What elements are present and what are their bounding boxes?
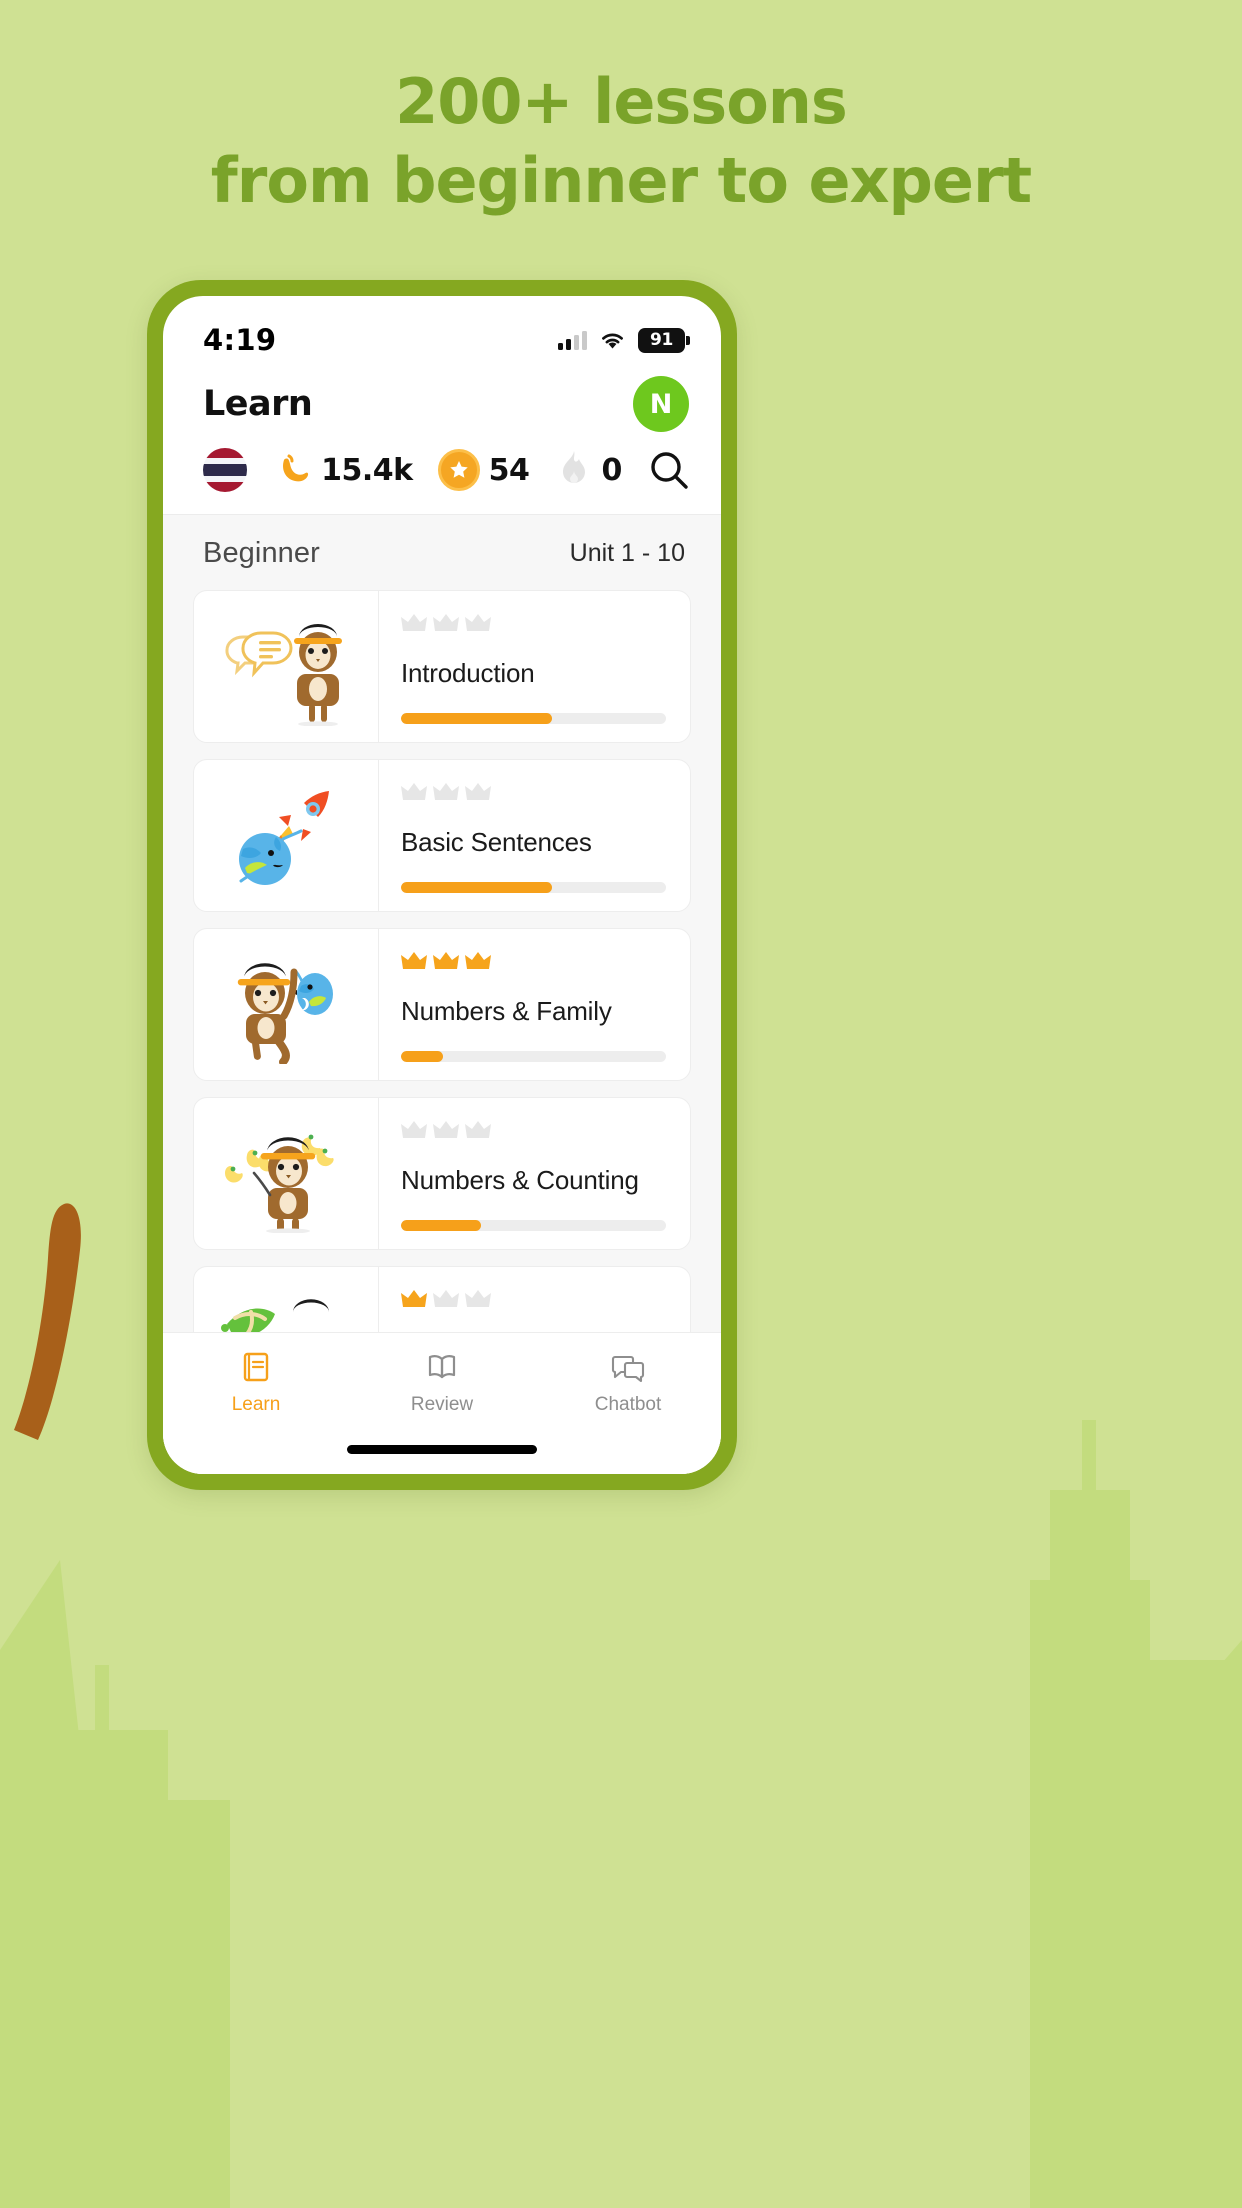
crown-icon xyxy=(433,1121,459,1138)
tab-review-label: Review xyxy=(410,1394,474,1415)
chat-bubbles-icon xyxy=(611,1355,645,1383)
app-header: Learn N xyxy=(163,370,721,444)
lesson-card-numbers-counting[interactable]: Numbers & Counting xyxy=(193,1097,691,1250)
lesson-crowns xyxy=(401,613,666,634)
lesson-body: Numbers & Family xyxy=(379,929,690,1080)
crown-icon xyxy=(401,1121,427,1138)
crown-icon xyxy=(433,783,459,800)
promo-headline-line1: 200+ lessons xyxy=(395,65,848,138)
lesson-thumbnail xyxy=(194,929,379,1080)
battery-level-label: 91 xyxy=(649,330,674,350)
stat-streak-value: 0 xyxy=(601,452,623,488)
promo-headline-line2: from beginner to expert xyxy=(210,144,1032,218)
lesson-crowns xyxy=(401,1120,666,1141)
status-bar-time: 4:19 xyxy=(203,323,277,357)
lesson-crowns xyxy=(401,951,666,972)
crown-icon xyxy=(465,952,491,969)
crown-icon xyxy=(401,783,427,800)
monkey-with-balloon-icon xyxy=(237,962,333,1064)
monkey-with-bananas-icon xyxy=(225,1134,334,1233)
status-bar-icons: 91 xyxy=(558,327,690,353)
lesson-progress-fill xyxy=(401,881,553,893)
home-indicator xyxy=(347,1445,537,1454)
lesson-progress-fill xyxy=(401,712,553,724)
lesson-name: Introduction xyxy=(401,658,535,689)
tab-review[interactable]: Review xyxy=(349,1351,535,1416)
crown-icon xyxy=(401,1290,427,1307)
crown-icon xyxy=(401,952,427,969)
stat-coins-value: 54 xyxy=(488,452,530,488)
lesson-card-numbers-family[interactable]: Numbers & Family xyxy=(193,928,691,1081)
lesson-body: Basic Sentences xyxy=(379,760,690,911)
lesson-card-introduction[interactable]: Introduction xyxy=(193,590,691,743)
city-skyline-left xyxy=(0,1560,230,2208)
lesson-progress-bar xyxy=(401,881,666,893)
coin-icon xyxy=(437,449,480,491)
crown-icon xyxy=(465,1290,491,1307)
stat-bananas[interactable]: 15.4k xyxy=(272,450,413,490)
lesson-progress-bar xyxy=(401,1219,666,1231)
lesson-name: Numbers & Counting xyxy=(401,1165,639,1196)
lesson-progress-fill xyxy=(401,1219,481,1231)
lesson-crowns xyxy=(401,782,666,803)
crown-icon xyxy=(465,614,491,631)
crown-icon xyxy=(433,1290,459,1307)
status-bar: 4:19 91 xyxy=(163,296,721,370)
tab-learn-label: Learn xyxy=(231,1394,281,1415)
stat-bananas-value: 15.4k xyxy=(321,452,413,488)
section-level-label: Beginner xyxy=(203,537,320,569)
tab-learn[interactable]: Learn xyxy=(163,1351,349,1416)
monkey-tail-decoration xyxy=(14,1203,81,1440)
cellular-signal-icon xyxy=(558,330,587,350)
stat-coins[interactable]: 54 xyxy=(437,449,530,491)
lesson-crowns xyxy=(401,1289,666,1310)
stats-row: 15.4k 54 0 xyxy=(163,444,721,515)
crown-icon xyxy=(465,1121,491,1138)
rocket-and-earth-icon xyxy=(239,790,329,885)
lesson-progress-bar xyxy=(401,1050,666,1062)
section-unit-range: Unit 1 - 10 xyxy=(569,539,685,567)
lesson-progress-bar xyxy=(401,712,666,724)
lesson-thumbnail xyxy=(194,591,379,742)
avatar[interactable]: N xyxy=(633,376,689,432)
page-title: Learn xyxy=(203,384,313,424)
section-header: Beginner Unit 1 - 10 xyxy=(163,515,721,590)
lesson-thumbnail xyxy=(194,1098,379,1249)
lesson-name: Numbers & Family xyxy=(401,996,612,1027)
lesson-thumbnail xyxy=(194,760,379,911)
lesson-body: Numbers & Counting xyxy=(379,1098,690,1249)
flame-icon xyxy=(562,451,585,483)
lesson-name: Basic Sentences xyxy=(401,827,592,858)
crown-icon xyxy=(465,783,491,800)
monkey-with-speech-bubbles-icon xyxy=(225,623,342,726)
phone-mockup-frame: 4:19 91 Learn N 15.4k 54 0 Beginner Unit… xyxy=(147,280,737,1490)
city-skyline-right xyxy=(1030,1420,1242,2208)
thailand-flag-icon[interactable] xyxy=(203,448,247,492)
book-closed-icon xyxy=(243,1352,269,1382)
tab-chatbot-label: Chatbot xyxy=(594,1394,662,1415)
phone-screen: 4:19 91 Learn N 15.4k 54 0 Beginner Unit… xyxy=(163,296,721,1474)
stat-streak[interactable]: 0 xyxy=(555,449,622,491)
battery-icon: 91 xyxy=(638,327,690,353)
lesson-body: Introduction xyxy=(379,591,690,742)
crown-icon xyxy=(433,952,459,969)
lesson-card-basic-sentences[interactable]: Basic Sentences xyxy=(193,759,691,912)
promo-headline: 200+ lessons from beginner to expert xyxy=(0,62,1242,221)
crown-icon xyxy=(401,614,427,631)
banana-icon xyxy=(283,454,309,482)
crown-icon xyxy=(433,614,459,631)
book-open-icon xyxy=(428,1355,456,1379)
wifi-icon xyxy=(602,333,623,349)
lesson-progress-fill xyxy=(401,1050,444,1062)
search-icon[interactable] xyxy=(647,448,691,492)
tab-chatbot[interactable]: Chatbot xyxy=(535,1351,721,1416)
avatar-initial: N xyxy=(649,388,673,420)
